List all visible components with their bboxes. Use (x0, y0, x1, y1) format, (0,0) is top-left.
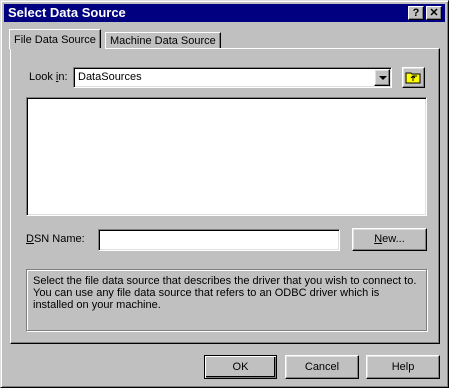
dsn-name-input[interactable] (98, 229, 340, 251)
cancel-button-label: Cancel (304, 361, 340, 373)
look-in-dropdown[interactable]: DataSources (73, 67, 392, 88)
ok-button-label: OK (232, 361, 249, 373)
new-button[interactable]: New... (352, 228, 427, 251)
info-text: Select the file data source that describ… (33, 275, 417, 311)
up-folder-icon (405, 72, 421, 84)
help-title-button[interactable]: ? (408, 6, 424, 20)
info-text-box: Select the file data source that describ… (26, 269, 427, 331)
look-in-dropdown-button[interactable] (374, 69, 390, 86)
help-button[interactable]: Help (366, 355, 440, 379)
tab-file-data-source[interactable]: File Data Source (9, 29, 101, 49)
ok-button[interactable]: OK (204, 355, 277, 379)
dsn-name-label-key: D (26, 233, 34, 245)
new-button-key: N (374, 233, 383, 245)
cancel-button[interactable]: Cancel (285, 355, 359, 379)
look-in-value: DataSources (78, 71, 142, 83)
new-button-rest: ew... (382, 233, 405, 245)
look-in-label: Look in: (29, 71, 68, 83)
tab-file-data-source-label: File Data Source (14, 34, 96, 46)
help-button-label: Help (391, 361, 415, 373)
dsn-name-label-rest: SN Name: (33, 233, 85, 245)
data-source-file-list[interactable] (26, 97, 427, 216)
window-title: Select Data Source (8, 5, 126, 20)
look-in-label-post: n: (58, 71, 68, 83)
tab-machine-data-source-label: Machine Data Source (110, 35, 216, 47)
dsn-name-label: DSN Name: (26, 233, 85, 245)
chevron-down-icon (379, 76, 387, 80)
up-folder-button[interactable] (402, 67, 425, 88)
close-title-button[interactable]: ✕ (426, 6, 442, 20)
select-data-source-dialog: Select Data Source ? ✕ Machine Data Sour… (0, 0, 449, 388)
look-in-label-pre: Look (29, 71, 56, 83)
tab-machine-data-source[interactable]: Machine Data Source (105, 32, 221, 48)
title-bar[interactable]: Select Data Source ? ✕ (4, 4, 445, 22)
active-tab-join (11, 48, 105, 50)
